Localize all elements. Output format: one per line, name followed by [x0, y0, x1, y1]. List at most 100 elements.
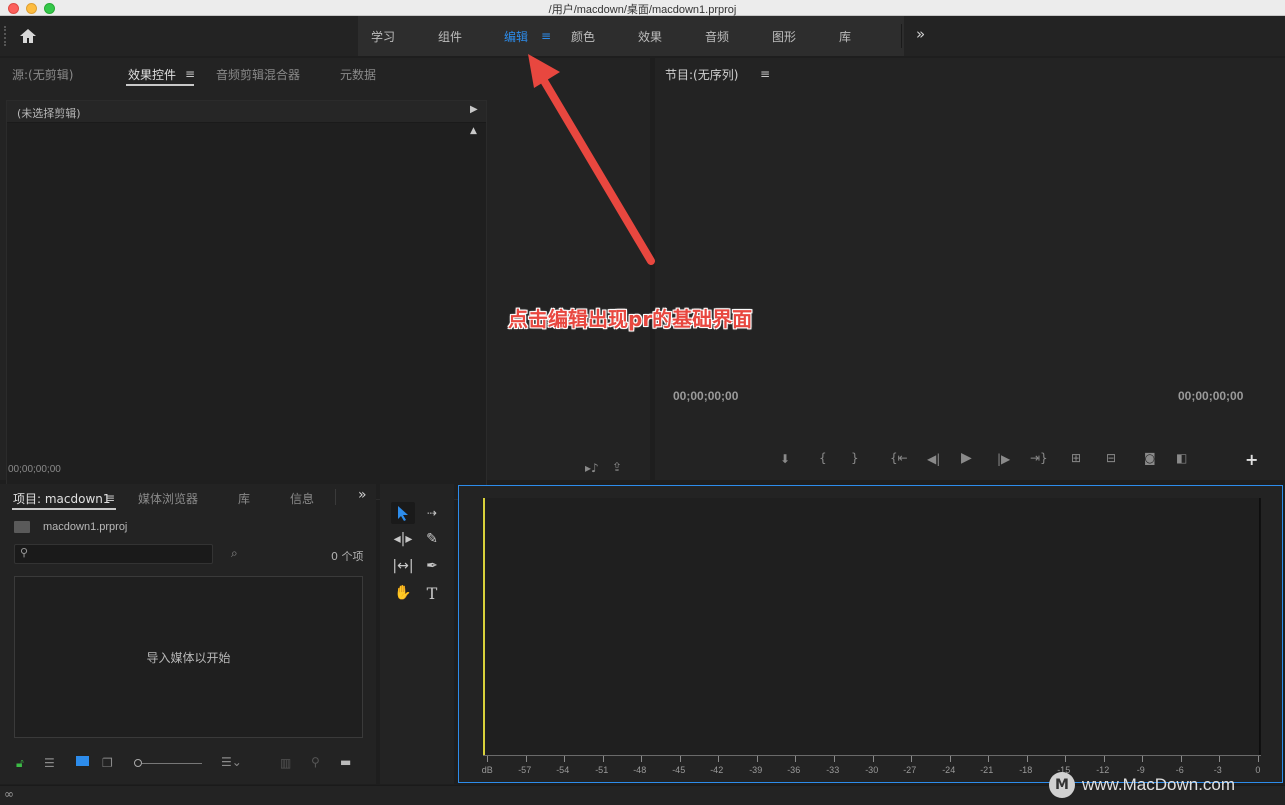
go-to-in-icon[interactable]: {⇤ [890, 451, 908, 465]
tab-project[interactable]: 项目: macdown1 [13, 490, 111, 507]
slip-tool-icon[interactable]: |↔| [391, 555, 415, 577]
creative-cloud-icon[interactable]: ∞ [4, 787, 14, 801]
workspace-overflow-icon[interactable]: » [916, 25, 925, 43]
bin-icon [14, 521, 30, 533]
type-tool-icon[interactable]: T [420, 582, 444, 604]
freeform-view-icon[interactable]: ❐ [102, 756, 113, 770]
meter-area [482, 498, 1260, 756]
meter-tick-label: -36 [787, 765, 801, 775]
tab-info[interactable]: 信息 [290, 490, 314, 507]
effect-timecode[interactable]: 00;00;00;00 [8, 464, 61, 475]
go-to-out-icon[interactable]: ⇥} [1030, 451, 1048, 465]
scroll-up-icon[interactable]: ▲ [470, 126, 477, 136]
program-playhead-timecode[interactable]: 00;00;00;00 [673, 389, 738, 403]
meter-tick-label: 0 [1255, 765, 1261, 775]
list-view-icon[interactable]: ☰ [44, 756, 55, 770]
zoom-slider-handle[interactable] [134, 759, 142, 767]
add-marker-icon[interactable]: ⬇ [780, 452, 790, 466]
button-editor-icon[interactable]: + [1245, 450, 1258, 469]
track-select-tool-icon[interactable]: ⇢ [420, 502, 444, 524]
meter-tick-label: -24 [942, 765, 956, 775]
meter-tick-label: -12 [1096, 765, 1110, 775]
mark-in-icon[interactable]: { [819, 451, 827, 465]
razor-tool-icon[interactable]: ✎ [420, 528, 444, 550]
effect-controls-area: (未选择剪辑) ▶ ▲ [6, 100, 487, 500]
workspace-tab-graphics[interactable]: 图形 [772, 28, 796, 45]
meter-tick-mark [950, 756, 951, 762]
meter-tick-mark [795, 756, 796, 762]
lock-icon[interactable]: 🔓︎ [16, 756, 24, 771]
window-title-bar: /用户/macdown/桌面/macdown1.prproj [0, 0, 1285, 16]
play-audio-icon[interactable]: ▸♪ [585, 461, 599, 475]
pen-tool-icon[interactable]: ✒ [420, 555, 444, 577]
ripple-edit-tool-icon[interactable]: ◂|▸ [391, 528, 415, 550]
icon-view-icon[interactable] [76, 756, 89, 766]
extract-icon[interactable]: ⊟ [1106, 451, 1116, 465]
zoom-slider-track[interactable] [142, 763, 202, 764]
grip-handle[interactable] [4, 26, 6, 46]
meter-tick-mark [1181, 756, 1182, 762]
mark-out-icon[interactable]: } [851, 451, 859, 465]
meter-tick-label: -27 [903, 765, 917, 775]
watermark-text: www.MacDown.com [1082, 775, 1236, 794]
workspace-tab-libraries[interactable]: 库 [839, 28, 851, 45]
tools-panel: ⇢ ◂|▸ ✎ |↔| ✒ ✋ T [380, 484, 454, 784]
meter-tick-label: -48 [633, 765, 647, 775]
meter-tick-mark [603, 756, 604, 762]
hand-tool-icon[interactable]: ✋ [391, 582, 415, 604]
expand-arrow-icon[interactable]: ▶ [470, 104, 478, 115]
meter-tick-mark [1219, 756, 1220, 762]
lift-icon[interactable]: ⊞ [1071, 451, 1081, 465]
program-monitor-panel: 节目:(无序列) ≡ 00;00;00;00 00;00;00;00 ⬇ { }… [655, 58, 1285, 480]
home-icon[interactable] [18, 26, 38, 46]
automate-to-sequence-icon[interactable]: ▥ [280, 756, 291, 770]
panel-overflow-icon[interactable]: » [358, 487, 367, 503]
new-search-bin-icon[interactable]: ⌕ [231, 546, 238, 561]
divider [901, 24, 902, 48]
workspace-tab-assembly[interactable]: 组件 [438, 28, 462, 45]
workspace-tab-audio[interactable]: 音频 [705, 28, 729, 45]
step-back-icon[interactable]: ◀| [927, 452, 940, 466]
tab-audio-clip-mixer[interactable]: 音频剪辑混合器 [216, 66, 300, 83]
program-title[interactable]: 节目:(无序列) [665, 66, 738, 83]
panel-menu-icon[interactable]: ≡ [760, 67, 770, 81]
panel-menu-icon[interactable]: ≡ [105, 491, 115, 505]
tab-media-browser[interactable]: 媒体浏览器 [138, 490, 198, 507]
meter-tick-mark [988, 756, 989, 762]
meter-tick-mark [564, 756, 565, 762]
export-icon[interactable]: ⇪ [612, 460, 622, 474]
meter-tick-label: -57 [518, 765, 532, 775]
play-icon[interactable]: ▶ [961, 450, 972, 466]
selection-tool-icon[interactable] [391, 502, 415, 524]
sort-icon[interactable]: ☰⌄ [221, 755, 242, 769]
meter-tick-mark [526, 756, 527, 762]
panel-menu-icon[interactable]: ≡ [185, 67, 195, 81]
tab-metadata[interactable]: 元数据 [340, 66, 376, 83]
step-forward-icon[interactable]: |▶ [997, 452, 1010, 466]
tab-libraries[interactable]: 库 [238, 490, 250, 507]
project-search-input[interactable]: ⚲ [14, 544, 213, 564]
export-frame-icon[interactable]: ◙ [1144, 451, 1156, 465]
tab-source[interactable]: 源:(无剪辑) [12, 66, 73, 83]
meter-tick-label: -18 [1019, 765, 1033, 775]
meter-tick-mark [680, 756, 681, 762]
empty-message: 导入媒体以开始 [146, 651, 231, 665]
workspace-tab-effects[interactable]: 效果 [638, 28, 662, 45]
meter-tick-mark [487, 756, 488, 762]
project-drop-area[interactable]: 导入媒体以开始 [14, 576, 363, 738]
clip-label: (未选择剪辑) [17, 107, 81, 120]
comparison-view-icon[interactable]: ◧ [1176, 451, 1187, 465]
tab-effect-controls[interactable]: 效果控件 [128, 66, 176, 83]
find-icon[interactable]: ⚲ [311, 755, 320, 769]
meter-tick-label: -9 [1136, 765, 1145, 775]
workspace-tab-learn[interactable]: 学习 [371, 28, 395, 45]
meter-tick-label: -39 [749, 765, 763, 775]
workspace-menu-icon[interactable]: ≡ [541, 29, 551, 43]
meter-tick-mark [641, 756, 642, 762]
audio-meter-panel [458, 485, 1283, 783]
meter-tick-label: -51 [595, 765, 609, 775]
workspace-tab-color[interactable]: 颜色 [571, 28, 595, 45]
new-bin-icon[interactable]: ▬ [340, 755, 351, 769]
workspace-tab-editing[interactable]: 编辑 [504, 28, 528, 45]
meter-tick-label: dB [481, 765, 493, 775]
